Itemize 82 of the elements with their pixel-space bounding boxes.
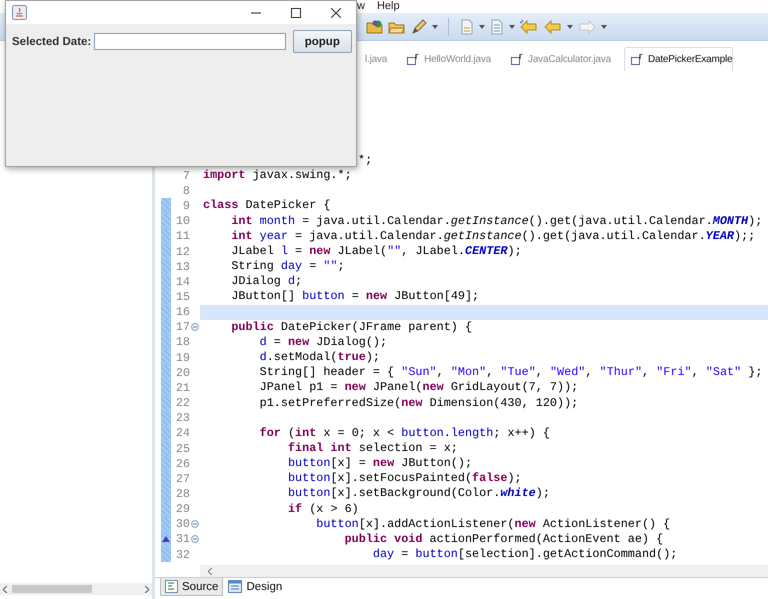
line-number: 27 [174,472,190,486]
line-number: 19 [174,350,190,365]
close-icon[interactable] [331,8,341,18]
line-number: 7 [182,168,190,183]
code-line: for (int x = 0; x < button.length; x++) { [258,426,551,441]
code-line: public DatePicker(JFrame parent) { [230,320,474,335]
line-number: 11 [174,229,190,244]
code-line: String[] header = { "Sun", "Mon", "Tue", "Wed", "Thur", "Fri", "Sat" }; [258,365,764,380]
code-line: *; [358,153,374,168]
line-number: 12 [174,244,190,259]
line-number: 22 [174,396,190,410]
code-line: JPanel p1 = new JPanel(new GridLayout(7, 7)); [258,380,580,396]
maximize-icon[interactable] [291,8,301,18]
horizontal-scrollbar[interactable] [200,565,768,577]
line-number: 14 [174,274,190,289]
line-number: 13 [174,260,190,274]
line-number: 15 [174,290,190,304]
code-line: JDialog d; [230,274,304,290]
scroll-right-icon[interactable] [145,586,149,592]
scroll-left-icon[interactable] [3,586,7,592]
line-number: 16 [174,305,190,320]
dropdown-caret-icon[interactable] [509,24,515,28]
dropdown-caret-icon[interactable] [432,24,438,28]
java-file-icon [407,54,420,65]
line-number: 24 [174,426,190,440]
collapse-icon[interactable] [191,535,199,544]
field-label: Selected Date: [12,36,92,48]
line-number: 18 [174,335,190,350]
line-number: 23 [174,411,190,426]
menu-item[interactable]: Help [376,0,400,13]
back-arrow-icon[interactable] [543,18,563,34]
line-number: 32 [174,548,190,562]
code-line: day = button[selection].getActionCommand(); [372,547,678,562]
java-app-icon [12,5,27,20]
pencil-icon[interactable] [410,18,428,34]
code-line: JLabel l = new JLabel("", JLabel.CENTER); [230,244,523,260]
line-number: 26 [174,456,190,471]
line-number: 29 [174,502,190,516]
code-line: button[x].addActionListener(new ActionListener() { [315,516,672,532]
line-number: 30 [174,517,190,532]
line-number: 25 [174,442,190,456]
dropdown-caret-icon[interactable] [479,24,485,28]
folder-icon[interactable] [366,18,384,34]
code-line: String day = ""; [230,259,346,274]
code-line: d.setModal(true); [258,350,382,366]
collapse-icon[interactable] [191,520,199,528]
line-number: 28 [174,487,190,502]
code-line: p1.setPreferredSize(new Dimension(430, 120)); [258,396,580,411]
code-line: JButton[] button = new JButton[49]; [230,289,480,305]
line-number: 10 [174,214,190,228]
collapse-icon[interactable] [191,323,199,332]
code-line: button[x].setFocusPainted(false); [286,471,523,486]
code-line: button[x].setBackground(Color.white); [286,486,551,502]
source-icon [165,580,178,593]
line-number: 17 [174,320,190,334]
line-number: 31 [174,532,190,546]
code-line: if (x > 6) [286,502,360,517]
menu-item[interactable]: w [357,0,365,13]
line-number: 20 [174,366,190,380]
code-line: import javax.swing.*; [202,168,353,184]
date-field[interactable] [94,33,286,50]
line-number: 9 [182,199,190,214]
editor-mode-tab[interactable]: Source [160,578,224,596]
java-file-icon [511,54,524,65]
code-line: int year = java.util.Calendar.getInstance().get(java.util.Calendar.YEAR);; [230,228,756,244]
design-icon [228,580,242,593]
line-number: 8 [182,184,190,198]
scroll-left-icon[interactable] [208,568,212,574]
editor-tab[interactable]: DatePickerExample [624,47,734,71]
java-file-icon [630,54,644,65]
code-line: class DatePicker { [202,198,332,214]
dropdown-caret-icon[interactable] [601,24,607,28]
code-line: d = new JDialog(); [258,334,388,350]
line-number: 21 [174,380,190,395]
popup-button[interactable]: popup [292,30,352,53]
dropdown-caret-icon[interactable] [567,24,573,28]
code-line: public void actionPerformed(ActionEvent ae) { [344,532,664,548]
horizontal-scrollbar[interactable] [0,583,152,595]
code-line: final int selection = x; [286,440,459,456]
code-line: int month = java.util.Calendar.getInstance().get(java.util.Calendar.MONTH); [230,214,764,229]
code-line: button[x] = new JButton(); [286,456,472,472]
back-arrow-icon[interactable] [519,18,539,34]
